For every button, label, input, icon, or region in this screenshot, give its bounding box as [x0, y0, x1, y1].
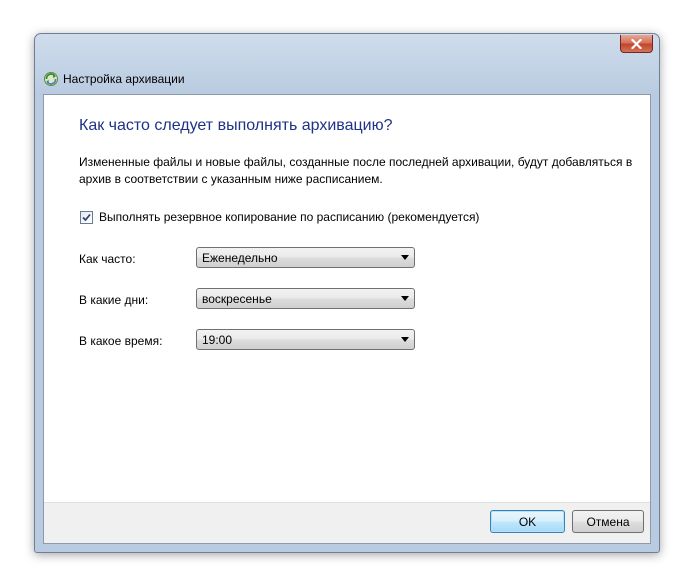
- day-dropdown[interactable]: воскресенье: [196, 288, 415, 309]
- chevron-down-icon: [401, 337, 409, 342]
- frequency-dropdown[interactable]: Еженедельно: [196, 247, 415, 268]
- schedule-description: Измененные файлы и новые файлы, созданны…: [79, 155, 633, 186]
- schedule-checkbox-label: Выполнять резервное копирование по распи…: [99, 210, 480, 224]
- time-label: В какое время:: [79, 334, 163, 348]
- close-button[interactable]: [620, 35, 653, 53]
- page-heading: Как часто следует выполнять архивацию?: [79, 117, 393, 134]
- schedule-checkbox[interactable]: [80, 210, 93, 224]
- chevron-down-icon: [401, 296, 409, 301]
- day-value: воскресенье: [202, 291, 272, 306]
- ok-button[interactable]: OK: [490, 510, 565, 533]
- day-label: В какие дни:: [79, 293, 149, 307]
- title-bar: Настройка архивации: [43, 68, 185, 90]
- frequency-label: Как часто:: [79, 252, 136, 266]
- dialog-content: Как часто следует выполнять архивацию? И…: [43, 94, 651, 544]
- cancel-button[interactable]: Отмена: [572, 510, 644, 533]
- time-dropdown[interactable]: 19:00: [196, 329, 415, 350]
- chevron-down-icon: [401, 255, 409, 260]
- checkmark-icon: [82, 213, 91, 221]
- button-bar: OK Отмена: [44, 502, 650, 543]
- backup-icon: [44, 72, 58, 86]
- window-title: Настройка архивации: [63, 72, 185, 86]
- time-value: 19:00: [202, 332, 233, 347]
- dialog-window: Настройка архивации Как часто следует вы…: [34, 33, 660, 553]
- close-icon: [631, 38, 642, 49]
- schedule-checkbox-row[interactable]: Выполнять резервное копирование по распи…: [80, 210, 479, 224]
- frequency-value: Еженедельно: [202, 250, 278, 265]
